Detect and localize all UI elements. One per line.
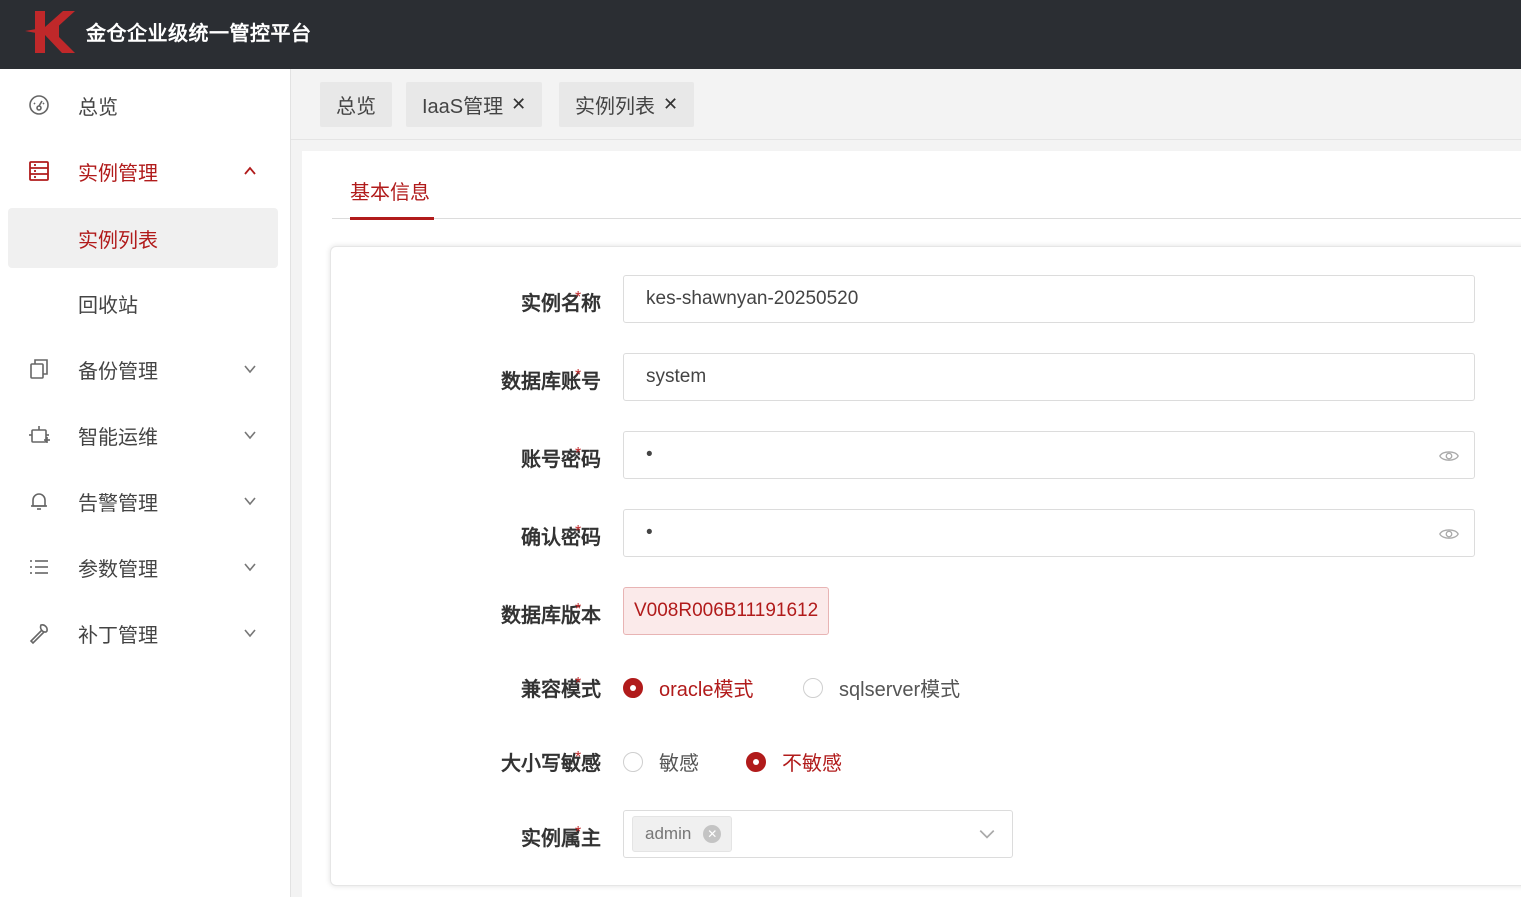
radio-label: sqlserver模式 <box>839 679 961 701</box>
case-insensitive-radio[interactable]: 不敏感 <box>746 747 842 776</box>
required-mark: * <box>575 675 582 692</box>
db-version-option[interactable]: V008R006B11191612 <box>623 587 830 635</box>
required-mark: * <box>575 749 582 766</box>
form-row-compat-mode: 兼容模式 * oracle模式 sqlserver模式 <box>331 661 1521 709</box>
field-label: 确认密码 <box>521 527 601 549</box>
sidebar-item-label: 补丁管理 <box>78 624 158 647</box>
instance-name-field[interactable]: kes-shawnyan-20250520 <box>623 275 1475 323</box>
sidebar-item-label: 回收站 <box>78 294 138 317</box>
sidebar-item-backup-management[interactable]: 备份管理 <box>8 339 278 399</box>
sidebar: 总览 实例管理 实例列表 回收站 备份管理 智能运维 告警管理 参数管理 补丁管… <box>0 69 291 897</box>
tab-strip: 总览 IaaS管理 ✕ 实例列表 ✕ <box>291 69 1521 140</box>
eye-icon[interactable] <box>1438 445 1460 467</box>
radio-dot <box>803 677 823 698</box>
close-icon[interactable]: ✕ <box>663 94 678 115</box>
list-icon <box>27 555 51 579</box>
sidebar-item-smart-ops[interactable]: 智能运维 <box>8 405 278 465</box>
field-label: 数据库账号 <box>501 371 601 393</box>
radio-label: oracle模式 <box>659 679 754 701</box>
radio-dot <box>746 751 766 772</box>
password-field[interactable]: • <box>623 431 1475 479</box>
form-row-confirm-password: 确认密码 * • <box>331 509 1521 557</box>
confirm-password-field[interactable]: • <box>623 509 1475 557</box>
sidebar-item-label: 备份管理 <box>78 360 158 383</box>
app-title: 金仓企业级统一管控平台 <box>86 23 312 45</box>
sidebar-item-instance-list[interactable]: 实例列表 <box>8 208 278 268</box>
form-row-db-version: 数据库版本 * V008R006B11191612 <box>331 587 1521 635</box>
chevron-up-icon <box>244 166 256 175</box>
form-row-db-account: 数据库账号 * system <box>331 353 1521 401</box>
sidebar-item-recycle-bin[interactable]: 回收站 <box>8 273 278 333</box>
tab-basic-info[interactable]: 基本信息 <box>350 176 430 205</box>
sidebar-item-label: 告警管理 <box>78 492 158 515</box>
sidebar-item-label: 智能运维 <box>78 426 158 449</box>
sub-tab-bar: 基本信息 <box>332 151 1521 220</box>
sidebar-item-overview[interactable]: 总览 <box>8 75 278 135</box>
case-sensitive-radio[interactable]: 敏感 <box>623 747 699 776</box>
chevron-down-icon <box>244 431 256 440</box>
sidebar-item-label: 总览 <box>78 96 118 119</box>
form-row-case-sensitive: 大小写敏感 * 敏感 不敏感 <box>331 735 1521 783</box>
form-row-instance-name: 实例名称 * kes-shawnyan-20250520 <box>331 275 1521 323</box>
field-label: 实例属主 <box>521 828 601 850</box>
owner-tag-label: admin <box>645 824 692 843</box>
wrench-icon <box>27 621 51 645</box>
tab-label: 实例列表 <box>575 96 655 118</box>
chevron-down-icon[interactable] <box>978 825 996 843</box>
sidebar-item-label: 参数管理 <box>78 558 158 581</box>
main-panel: 基本信息 实例名称 * kes-shawnyan-20250520 数据库账号 … <box>302 151 1521 897</box>
password-value: • <box>646 522 653 543</box>
chevron-down-icon <box>244 563 256 572</box>
tab-instance-list[interactable]: 实例列表 ✕ <box>559 82 695 127</box>
chevron-down-icon <box>244 629 256 638</box>
close-icon[interactable]: ✕ <box>511 94 526 115</box>
tab-iaas-management[interactable]: IaaS管理 ✕ <box>406 82 543 127</box>
sidebar-item-label: 实例管理 <box>78 162 158 185</box>
form-row-owner: 实例属主 * admin ✕ <box>331 810 1521 858</box>
chevron-down-icon <box>244 365 256 374</box>
instance-form: 实例名称 * kes-shawnyan-20250520 数据库账号 * sys… <box>330 246 1521 886</box>
required-mark: * <box>575 824 582 841</box>
field-label: 账号密码 <box>521 449 601 471</box>
required-mark: * <box>575 367 582 384</box>
dashboard-icon <box>27 93 51 117</box>
owner-tag: admin ✕ <box>632 816 733 852</box>
bell-icon <box>27 489 51 513</box>
remove-tag-icon[interactable]: ✕ <box>703 825 722 843</box>
sidebar-item-instance-management[interactable]: 实例管理 <box>8 141 278 201</box>
eye-icon[interactable] <box>1438 523 1460 545</box>
radio-dot <box>623 677 643 698</box>
field-label: 兼容模式 <box>521 679 601 701</box>
required-mark: * <box>575 289 582 306</box>
chevron-down-icon <box>244 497 256 506</box>
sidebar-item-parameter-management[interactable]: 参数管理 <box>8 537 278 597</box>
sidebar-item-alert-management[interactable]: 告警管理 <box>8 471 278 531</box>
required-mark: * <box>575 523 582 540</box>
compat-mode-oracle-radio[interactable]: oracle模式 <box>623 673 753 702</box>
kingbase-logo <box>25 11 75 53</box>
required-mark: * <box>575 445 582 462</box>
radio-dot <box>623 751 643 772</box>
db-account-field[interactable]: system <box>623 353 1475 401</box>
required-mark: * <box>575 601 582 618</box>
tab-label: IaaS管理 <box>422 96 504 118</box>
top-bar: 金仓企业级统一管控平台 <box>0 0 1521 69</box>
sidebar-item-patch-management[interactable]: 补丁管理 <box>8 603 278 663</box>
robot-icon <box>27 423 51 447</box>
compat-mode-sqlserver-radio[interactable]: sqlserver模式 <box>803 673 960 702</box>
radio-label: 不敏感 <box>782 753 842 775</box>
form-row-password: 账号密码 * • <box>331 431 1521 479</box>
field-label: 大小写敏感 <box>501 753 601 775</box>
password-value: • <box>646 444 653 465</box>
sidebar-item-label: 实例列表 <box>78 229 158 252</box>
field-label: 实例名称 <box>521 293 601 315</box>
server-list-icon <box>27 159 51 183</box>
radio-label: 敏感 <box>659 753 699 775</box>
active-tab-indicator <box>350 217 434 220</box>
copy-icon <box>27 357 51 381</box>
tab-label: 总览 <box>336 96 376 118</box>
field-label: 数据库版本 <box>501 605 601 627</box>
owner-select[interactable]: admin ✕ <box>623 810 1013 858</box>
tab-overview[interactable]: 总览 <box>320 82 392 127</box>
